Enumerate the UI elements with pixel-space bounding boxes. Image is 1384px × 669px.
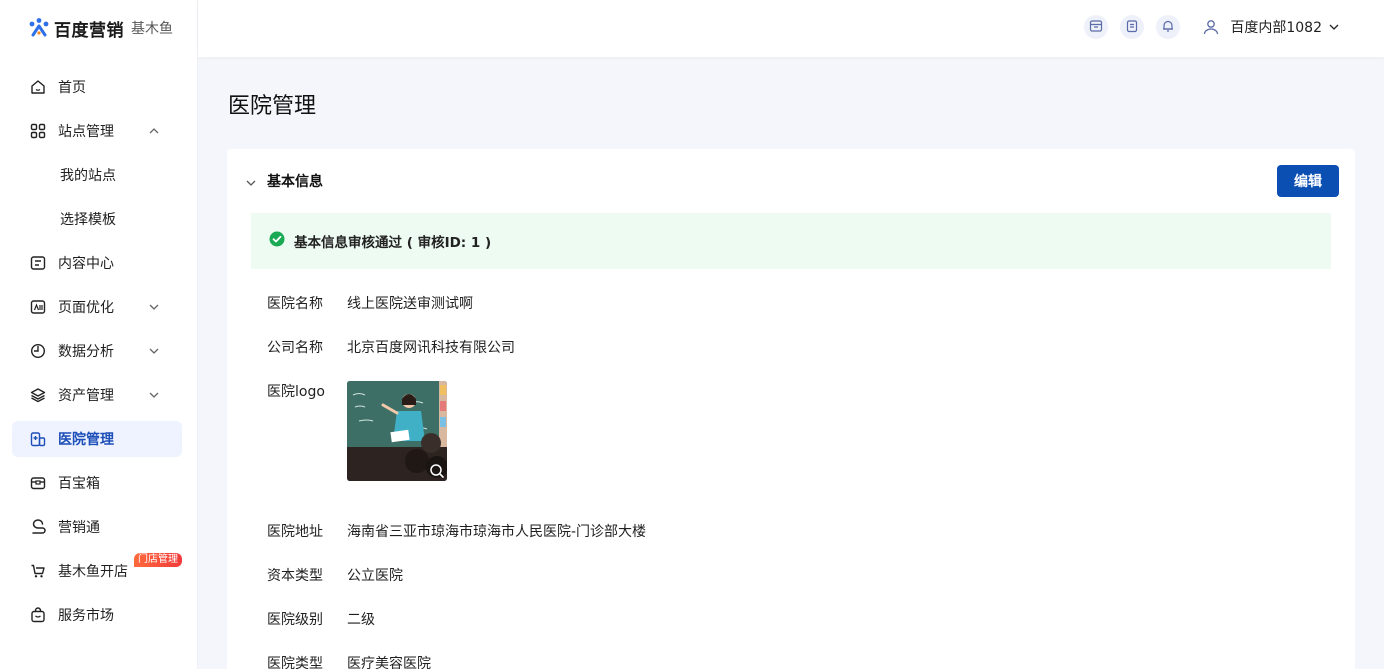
store-management-badge: 门店管理 xyxy=(134,553,182,567)
field-row: 医院logo xyxy=(267,381,646,521)
baidu-paw-logo-icon xyxy=(28,17,50,39)
field-value: 医疗美容医院 xyxy=(347,656,431,669)
field-row: 医院名称 线上医院送审测试啊 xyxy=(267,293,646,337)
sidebar-item-marketing[interactable]: 营销通 xyxy=(12,509,182,545)
sidebar-item-asset-management[interactable]: 资产管理 xyxy=(12,377,182,413)
field-label: 公司名称 xyxy=(267,340,323,356)
task-list-button[interactable] xyxy=(1120,15,1145,39)
field-value: 二级 xyxy=(347,612,375,628)
sidebar-item-content-center[interactable]: 内容中心 xyxy=(12,245,182,281)
sidebar-item-label: 首页 xyxy=(58,80,86,96)
field-value: 公立医院 xyxy=(347,568,403,584)
sidebar-item-hospital-management[interactable]: 医院管理 xyxy=(12,421,182,457)
sidebar-item-data-analysis[interactable]: 数据分析 xyxy=(12,333,182,369)
sidebar-item-label: 选择模板 xyxy=(60,212,116,228)
hospital-icon xyxy=(30,431,46,447)
sidebar-item-label: 资产管理 xyxy=(58,388,114,404)
market-bag-icon xyxy=(30,607,46,623)
review-status-notice: 基本信息审核通过 ( 审核ID: 1 ) xyxy=(251,213,1331,269)
field-label: 医院logo xyxy=(267,384,325,400)
chevron-down-icon[interactable] xyxy=(245,174,257,186)
brand-sub: 基木鱼 xyxy=(131,21,173,37)
clipboard-icon xyxy=(1125,18,1139,37)
field-value: 北京百度网讯科技有限公司 xyxy=(347,340,515,356)
basic-info-card: 基本信息 编辑 基本信息审核通过 ( 审核ID: 1 ) 医院名称 线上医院送审… xyxy=(227,149,1355,669)
top-bar: 百度内部1082 xyxy=(198,0,1384,57)
grid-icon xyxy=(30,123,46,139)
sidebar-nav: 首页 站点管理 我的站点 选择模板 内容中心 页面优化 数据分析 资产管理 医院… xyxy=(12,69,182,641)
field-row: 公司名称 北京百度网讯科技有限公司 xyxy=(267,337,646,381)
info-fields: 医院名称 线上医院送审测试啊 公司名称 北京百度网讯科技有限公司 医院logo xyxy=(267,293,646,669)
field-label: 资本类型 xyxy=(267,568,323,584)
header-actions: 百度内部1082 xyxy=(1084,15,1340,39)
field-row: 资本类型 公立医院 xyxy=(267,565,646,609)
field-row: 医院地址 海南省三亚市琼海市琼海市人民医院-门诊部大楼 xyxy=(267,521,646,565)
chevron-down-icon[interactable] xyxy=(148,389,160,401)
field-label: 医院地址 xyxy=(267,524,323,540)
user-name: 百度内部1082 xyxy=(1230,20,1322,36)
sidebar-item-toolbox[interactable]: 百宝箱 xyxy=(12,465,182,501)
dashboard-icon xyxy=(1089,18,1103,37)
sidebar-item-label: 站点管理 xyxy=(58,124,114,140)
sidebar-item-home[interactable]: 首页 xyxy=(12,69,182,105)
sidebar-item-open-shop[interactable]: 基木鱼开店 门店管理 xyxy=(12,553,182,589)
page-title: 医院管理 xyxy=(228,94,317,119)
brand-logo[interactable]: 百度营销 基木鱼 xyxy=(28,14,173,42)
sidebar-item-service-market[interactable]: 服务市场 xyxy=(12,597,182,633)
sidebar: 百度营销 基木鱼 首页 站点管理 我的站点 选择模板 内容中心 页面优化 数据分… xyxy=(0,0,198,669)
sidebar-item-site-management[interactable]: 站点管理 xyxy=(12,113,182,149)
sidebar-item-my-sites[interactable]: 我的站点 xyxy=(12,157,182,193)
chevron-up-icon[interactable] xyxy=(148,125,160,137)
toolbox-icon xyxy=(30,475,46,491)
sidebar-item-choose-template[interactable]: 选择模板 xyxy=(12,201,182,237)
sidebar-item-label: 服务市场 xyxy=(58,608,114,624)
bell-icon xyxy=(1161,18,1175,37)
shop-cart-icon xyxy=(30,563,46,579)
notice-text: 基本信息审核通过 ( 审核ID: 1 ) xyxy=(294,235,492,251)
sidebar-item-label: 百宝箱 xyxy=(58,476,100,492)
sidebar-item-label: 营销通 xyxy=(58,520,100,536)
chevron-down-icon xyxy=(1328,21,1340,33)
chevron-down-icon[interactable] xyxy=(148,301,160,313)
card-header: 基本信息 编辑 xyxy=(227,149,1355,211)
marketing-icon xyxy=(30,519,46,535)
sidebar-item-label: 页面优化 xyxy=(58,300,114,316)
chevron-down-icon[interactable] xyxy=(148,345,160,357)
check-circle-icon xyxy=(269,231,285,247)
layers-icon xyxy=(30,387,46,403)
section-title: 基本信息 xyxy=(267,174,323,190)
edit-button[interactable]: 编辑 xyxy=(1277,165,1339,197)
pie-chart-icon xyxy=(30,343,46,359)
field-label: 医院级别 xyxy=(267,612,323,628)
field-value: 线上医院送审测试啊 xyxy=(347,296,473,312)
sidebar-item-label: 内容中心 xyxy=(58,256,114,272)
sidebar-item-label: 数据分析 xyxy=(58,344,114,360)
workspace-button[interactable] xyxy=(1084,15,1109,39)
home-icon xyxy=(30,79,46,95)
brand-name: 百度营销 xyxy=(54,20,124,41)
page-optimize-icon xyxy=(30,299,46,315)
zoom-search-icon[interactable] xyxy=(429,463,445,479)
user-menu[interactable]: 百度内部1082 xyxy=(1202,17,1340,37)
content-icon xyxy=(30,255,46,271)
sidebar-item-label: 我的站点 xyxy=(60,168,116,184)
user-icon xyxy=(1202,18,1220,36)
sidebar-item-label: 医院管理 xyxy=(58,432,114,448)
field-row: 医院级别 二级 xyxy=(267,609,646,653)
field-row: 医院类型 医疗美容医院 xyxy=(267,653,646,669)
field-label: 医院类型 xyxy=(267,656,323,669)
sidebar-item-label: 基木鱼开店 xyxy=(58,564,128,580)
field-label: 医院名称 xyxy=(267,296,323,312)
hospital-logo-thumbnail[interactable] xyxy=(347,381,447,481)
notifications-button[interactable] xyxy=(1156,15,1181,39)
sidebar-item-page-optimize[interactable]: 页面优化 xyxy=(12,289,182,325)
field-value: 海南省三亚市琼海市琼海市人民医院-门诊部大楼 xyxy=(347,524,647,540)
